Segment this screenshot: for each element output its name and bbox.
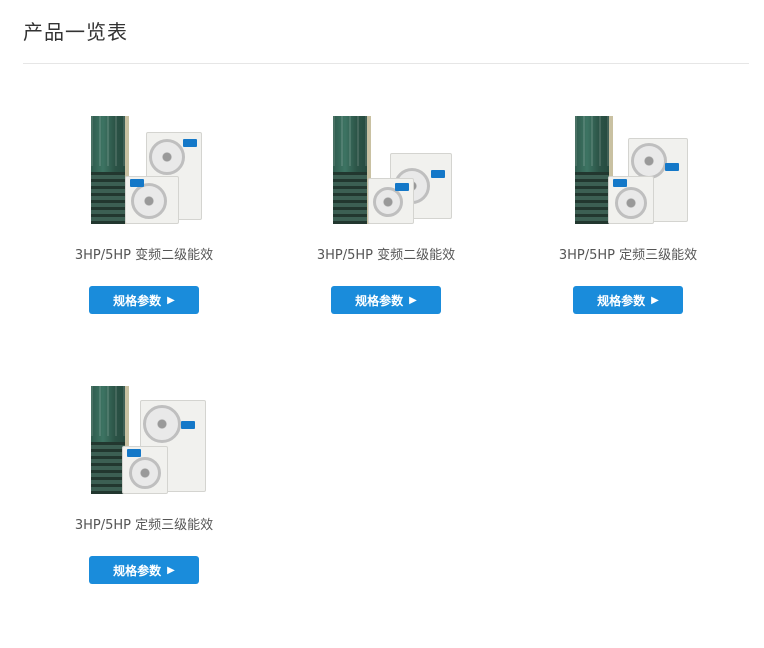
product-image[interactable]: [34, 378, 254, 508]
indoor-unit: [91, 116, 129, 224]
indoor-unit: [333, 116, 371, 224]
spec-button-label: 规格参数: [113, 563, 162, 578]
product-image[interactable]: [276, 108, 496, 238]
product-name[interactable]: 3HP/5HP 变频二级能效: [276, 246, 496, 266]
product-name[interactable]: 3HP/5HP 定频三级能效: [34, 516, 254, 536]
product-image[interactable]: [518, 108, 738, 238]
play-arrow-icon: ▶: [651, 294, 659, 306]
play-arrow-icon: ▶: [167, 564, 175, 576]
spec-button[interactable]: 规格参数 ▶: [89, 286, 199, 314]
play-arrow-icon: ▶: [167, 294, 175, 306]
product-card: 3HP/5HP 定频三级能效 规格参数 ▶: [34, 378, 254, 584]
play-arrow-icon: ▶: [409, 294, 417, 306]
spec-button-label: 规格参数: [597, 293, 646, 308]
product-card: 3HP/5HP 定频三级能效 规格参数 ▶: [518, 108, 738, 314]
product-card: 3HP/5HP 变频二级能效 规格参数 ▶: [34, 108, 254, 314]
product-image[interactable]: [34, 108, 254, 238]
spec-button[interactable]: 规格参数 ▶: [331, 286, 441, 314]
outdoor-unit-small: [122, 446, 168, 494]
outdoor-unit-small: [368, 178, 414, 224]
spec-button-label: 规格参数: [113, 293, 162, 308]
outdoor-unit-small: [125, 176, 179, 224]
spec-button[interactable]: 规格参数 ▶: [573, 286, 683, 314]
product-name[interactable]: 3HP/5HP 变频二级能效: [34, 246, 254, 266]
spec-button-label: 规格参数: [355, 293, 404, 308]
page-title: 产品一览表: [23, 20, 128, 44]
product-card: 3HP/5HP 变频二级能效 规格参数 ▶: [276, 108, 496, 314]
spec-button[interactable]: 规格参数 ▶: [89, 556, 199, 584]
outdoor-unit-small: [608, 176, 654, 224]
product-name[interactable]: 3HP/5HP 定频三级能效: [518, 246, 738, 266]
title-divider: [23, 63, 749, 64]
